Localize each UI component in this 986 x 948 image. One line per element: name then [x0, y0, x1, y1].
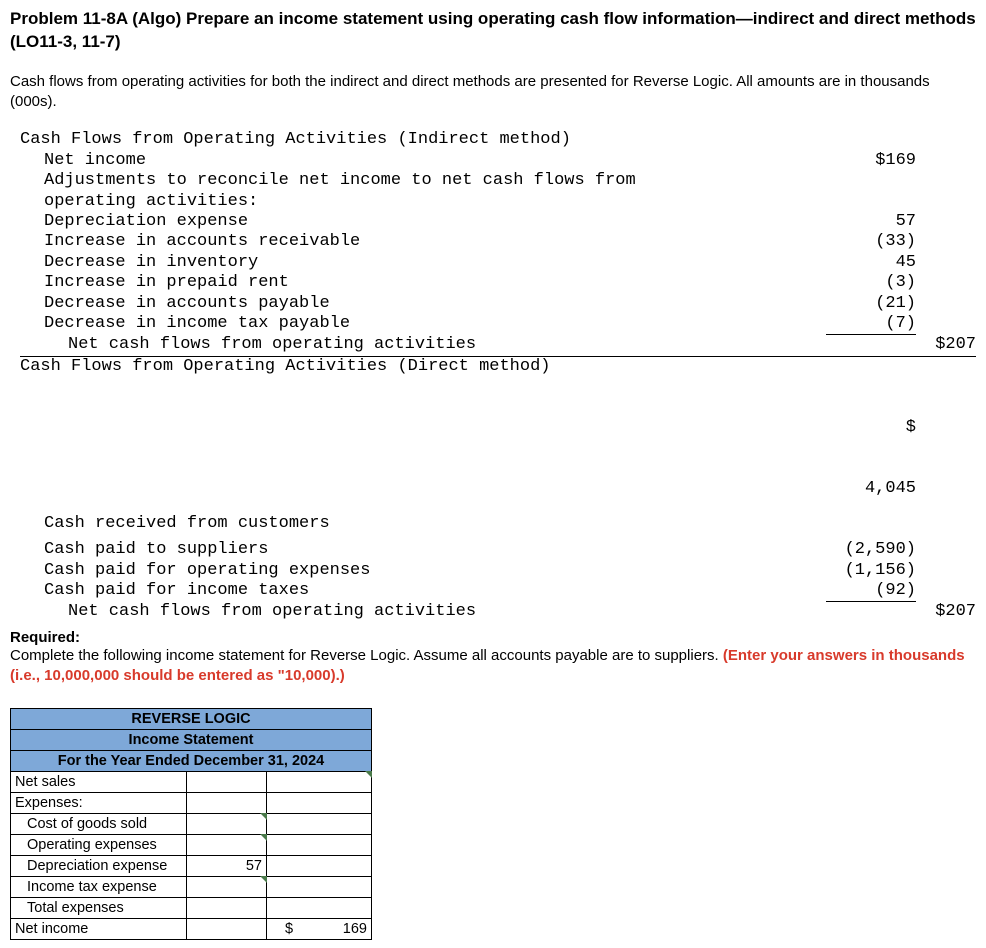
- net-income-value: $169: [826, 151, 916, 171]
- row-income-tax: Income tax expense: [11, 877, 187, 898]
- adjustments-label: Adjustments to reconcile net income to n…: [20, 171, 720, 212]
- row-expenses: Expenses:: [11, 793, 187, 814]
- input-cell[interactable]: [267, 898, 372, 919]
- input-cell[interactable]: [187, 772, 267, 793]
- direct-row-label: Cash paid for operating expenses: [20, 561, 826, 581]
- indirect-block: Cash Flows from Operating Activities (In…: [20, 130, 976, 622]
- net-income-result[interactable]: $169: [267, 919, 372, 940]
- row-total-expenses: Total expenses: [11, 898, 187, 919]
- indirect-row-label: Decrease in inventory: [20, 253, 826, 273]
- input-cell[interactable]: [267, 793, 372, 814]
- input-cell[interactable]: [187, 793, 267, 814]
- answer-period: For the Year Ended December 31, 2024: [11, 751, 372, 772]
- input-cell[interactable]: [187, 877, 267, 898]
- required-section: Required: Complete the following income …: [10, 629, 976, 687]
- answer-table: REVERSE LOGIC Income Statement For the Y…: [10, 708, 372, 940]
- input-cell[interactable]: [267, 814, 372, 835]
- indirect-heading: Cash Flows from Operating Activities (In…: [20, 130, 826, 150]
- indirect-total-value: $207: [916, 335, 976, 356]
- required-text: Complete the following income statement …: [10, 647, 723, 664]
- indirect-total-label: Net cash flows from operating activities: [20, 335, 826, 356]
- net-income-label: Net income: [20, 151, 826, 171]
- answer-statement: Income Statement: [11, 730, 372, 751]
- intro-text: Cash flows from operating activities for…: [10, 72, 976, 113]
- problem-title: Problem 11-8A (Algo) Prepare an income s…: [10, 8, 976, 54]
- input-cell[interactable]: [267, 877, 372, 898]
- answer-company: REVERSE LOGIC: [11, 709, 372, 730]
- cash-received-label: Cash received from customers: [20, 508, 826, 540]
- direct-row-label: Cash paid for income taxes: [20, 581, 826, 602]
- row-depreciation: Depreciation expense: [11, 856, 187, 877]
- indirect-row-label: Increase in accounts receivable: [20, 232, 826, 252]
- indirect-row-label: Depreciation expense: [20, 212, 826, 232]
- direct-total-label: Net cash flows from operating activities: [20, 602, 826, 622]
- row-cogs: Cost of goods sold: [11, 814, 187, 835]
- direct-row-label: Cash paid to suppliers: [20, 540, 826, 560]
- direct-total-value: $207: [916, 602, 976, 622]
- indirect-row-value: (33): [826, 232, 916, 252]
- input-cell[interactable]: [187, 919, 267, 940]
- indirect-row-value: (21): [826, 294, 916, 314]
- cash-received-value: $ 4,045: [826, 377, 916, 540]
- indirect-row-value: (3): [826, 273, 916, 293]
- input-cell[interactable]: [187, 814, 267, 835]
- dep-value-cell[interactable]: 57: [187, 856, 267, 877]
- direct-heading: Cash Flows from Operating Activities (Di…: [20, 357, 826, 377]
- input-cell[interactable]: [187, 898, 267, 919]
- row-net-sales: Net sales: [11, 772, 187, 793]
- indirect-row-value: 57: [826, 212, 916, 232]
- indirect-row-label: Decrease in income tax payable: [20, 314, 826, 335]
- direct-row-value: (92): [826, 581, 916, 602]
- input-cell[interactable]: [267, 856, 372, 877]
- row-net-income: Net income: [11, 919, 187, 940]
- row-opex: Operating expenses: [11, 835, 187, 856]
- indirect-row-value: 45: [826, 253, 916, 273]
- input-cell[interactable]: [267, 772, 372, 793]
- required-label: Required:: [10, 629, 976, 646]
- indirect-row-label: Decrease in accounts payable: [20, 294, 826, 314]
- indirect-row-label: Increase in prepaid rent: [20, 273, 826, 293]
- direct-row-value: (2,590): [826, 540, 916, 560]
- input-cell[interactable]: [187, 835, 267, 856]
- direct-row-value: (1,156): [826, 561, 916, 581]
- indirect-row-value: (7): [826, 314, 916, 335]
- input-cell[interactable]: [267, 835, 372, 856]
